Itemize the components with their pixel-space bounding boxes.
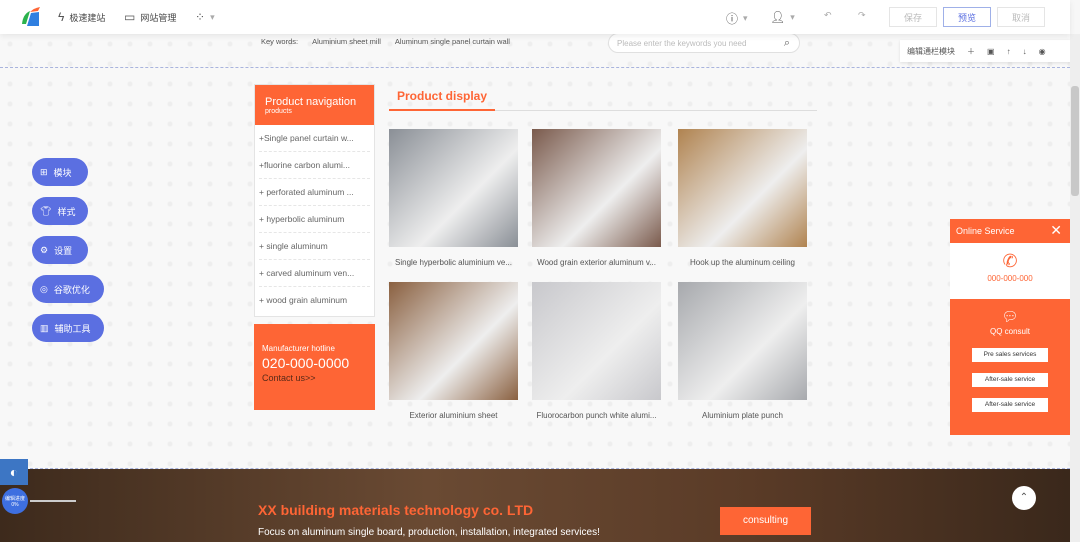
tool-utilities[interactable]: ▥ 辅助工具: [32, 314, 104, 342]
chevron-down-icon: ▾: [743, 13, 748, 23]
product-card[interactable]: Hook up the aluminum ceiling: [678, 129, 807, 267]
product-caption[interactable]: Aluminium plate punch: [678, 411, 807, 420]
module-border: [0, 67, 1070, 68]
tool-modules[interactable]: ⊞ 模块: [32, 158, 88, 186]
phone-icon: ✆: [1002, 251, 1018, 271]
help-icon: ⓘ: [726, 12, 739, 26]
gear-icon: ⚙: [40, 244, 49, 255]
product-caption[interactable]: Fluorocarbon punch white alumi...: [532, 411, 661, 420]
product-card[interactable]: Wood grain exterior aluminum v...: [532, 129, 661, 267]
shirt-icon: 👕︎: [40, 205, 52, 216]
after-sale-button[interactable]: After-sale service: [972, 373, 1048, 387]
search-input[interactable]: Please enter the keywords you need ⌕: [608, 33, 800, 53]
product-image[interactable]: [532, 282, 661, 400]
edit-progress-badge: 编辑进度 0%: [2, 488, 28, 514]
arrow-down-icon[interactable]: ↓: [1023, 47, 1027, 56]
product-card[interactable]: Single hyperbolic aluminium ve...: [389, 129, 518, 267]
tools-icon: ▥: [40, 322, 49, 333]
save-button[interactable]: 保存: [889, 7, 937, 27]
nav-item[interactable]: + single aluminum: [259, 233, 370, 260]
contact-link[interactable]: Contact us>>: [262, 373, 367, 383]
nav-item[interactable]: +fluorine carbon alumi...: [259, 152, 370, 179]
tool-style[interactable]: 👕︎ 样式: [32, 197, 88, 225]
nav-item[interactable]: + perforated aluminum ...: [259, 179, 370, 206]
close-icon[interactable]: ✕: [1050, 222, 1062, 239]
apps-grid-icon: ⁘: [195, 10, 206, 24]
grid-icon: ⊞: [40, 166, 48, 177]
online-service-panel: Online Service ✕ ✆ 000-000-000 💬︎ QQ consul…: [950, 219, 1070, 435]
nav-item[interactable]: + hyperbolic aluminum: [259, 206, 370, 233]
nav-item[interactable]: +Single panel curtain w...: [259, 125, 370, 152]
undo-icon[interactable]: ↶: [824, 10, 832, 21]
product-image[interactable]: [532, 129, 661, 247]
eye-icon[interactable]: ◉: [1039, 47, 1046, 56]
product-image[interactable]: [389, 282, 518, 400]
copy-icon[interactable]: ▣: [987, 47, 995, 56]
nav-apps[interactable]: ⁘ ▾: [195, 10, 215, 24]
nav-quick-build[interactable]: ϟ 极速建站: [58, 10, 105, 24]
nav-item[interactable]: + wood grain aluminum: [259, 287, 370, 314]
redo-icon[interactable]: ↷: [858, 10, 866, 21]
tool-settings[interactable]: ⚙ 设置: [32, 236, 88, 264]
product-caption[interactable]: Single hyperbolic aluminium ve...: [389, 258, 518, 267]
back-to-top-button[interactable]: ⌃: [1012, 486, 1036, 510]
assistant-icon[interactable]: ◐: [0, 459, 28, 485]
help-button[interactable]: ⓘ ▾: [726, 10, 748, 27]
nav-item[interactable]: + carved aluminum ven...: [259, 260, 370, 287]
product-card[interactable]: Fluorocarbon punch white alumi...: [532, 282, 661, 420]
pre-sales-button[interactable]: Pre sales services: [972, 348, 1048, 362]
lightning-icon: ϟ: [58, 10, 65, 24]
keywords: Key words: Aluminium sheet mill Aluminum…: [261, 37, 510, 46]
keyword-link[interactable]: Aluminium sheet mill: [312, 37, 381, 46]
preview-button[interactable]: 预览: [943, 7, 991, 27]
chrome-icon: ◎: [40, 283, 48, 294]
window-icon: ▭: [124, 10, 136, 24]
tool-seo[interactable]: ◎ 谷歌优化: [32, 275, 104, 303]
user-icon: 👤︎: [770, 10, 786, 24]
editor-toolbar: ϟ 极速建站 ▭ 网站管理 ⁘ ▾ ⓘ ▾ 👤︎ ▾ ↶ ↷ 保存 预览 取消: [0, 0, 1070, 34]
progress-line: [30, 500, 76, 502]
product-navigation: Product navigation products +Single panel…: [254, 84, 375, 317]
product-card[interactable]: Exterior aluminium sheet: [389, 282, 518, 420]
footer: XX building materials technology co. LTD…: [0, 469, 1070, 542]
product-image[interactable]: [678, 129, 807, 247]
chevron-down-icon: ▾: [790, 11, 795, 22]
scrollbar[interactable]: [1070, 34, 1080, 542]
chat-icon: 💬︎: [1001, 309, 1019, 324]
user-button[interactable]: 👤︎ ▾: [770, 10, 795, 24]
chevron-down-icon: ▾: [210, 11, 215, 22]
module-border: [0, 468, 1070, 469]
product-caption[interactable]: Wood grain exterior aluminum v...: [532, 258, 661, 267]
hotline-box: Manufacturer hotline 020-000-0000 Contac…: [254, 324, 375, 410]
arrow-up-icon[interactable]: ↑: [1007, 47, 1011, 56]
product-caption[interactable]: Hook up the aluminum ceiling: [678, 258, 807, 267]
cancel-button[interactable]: 取消: [997, 7, 1045, 27]
edit-module-bar: 编辑通栏模块 ＋ ▣ ↑ ↓ ◉: [900, 40, 1070, 62]
after-sale-button[interactable]: After-sale service: [972, 398, 1048, 412]
consulting-button[interactable]: consulting: [720, 507, 811, 535]
product-image[interactable]: [678, 282, 807, 400]
product-caption[interactable]: Exterior aluminium sheet: [389, 411, 518, 420]
add-icon[interactable]: ＋: [967, 46, 975, 57]
search-icon[interactable]: ⌕: [784, 37, 790, 50]
keyword-link[interactable]: Aluminum single panel curtain wall: [395, 37, 510, 46]
product-card[interactable]: Aluminium plate punch: [678, 282, 807, 420]
product-display-header: Product display: [389, 84, 817, 111]
nav-site-manage[interactable]: ▭ 网站管理: [124, 10, 176, 24]
product-image[interactable]: [389, 129, 518, 247]
logo: [22, 7, 40, 26]
